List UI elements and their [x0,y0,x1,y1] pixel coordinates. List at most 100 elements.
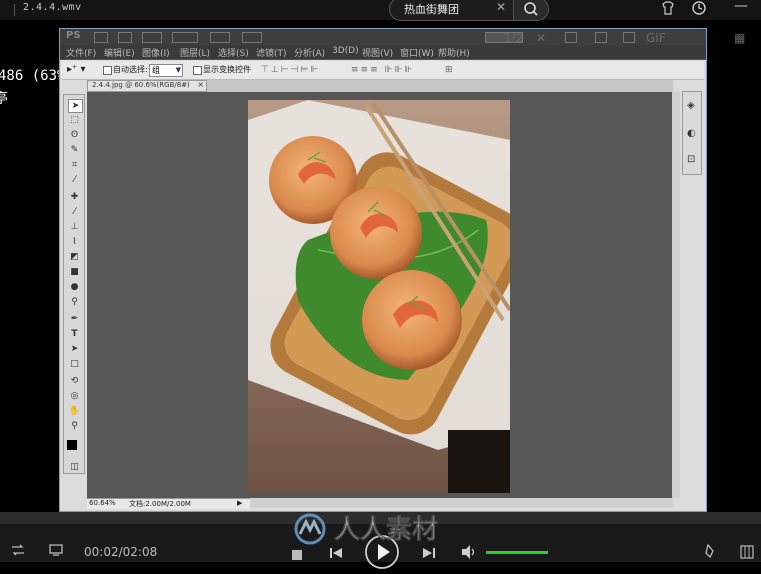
ghost-gif-icon: GIF [646,31,666,45]
menu-view[interactable]: 视图(V) [362,46,393,59]
quick-select-tool-icon[interactable]: ✎ [68,144,81,156]
ghost-page-indicator: 1/2 [504,31,524,45]
food-photo [248,100,510,493]
loop-icon[interactable] [10,542,26,561]
eraser-tool-icon[interactable]: ◩ [68,251,81,263]
arrange-documents-icon[interactable] [210,32,230,43]
screen-mode-icon[interactable] [242,32,262,43]
auto-select-label: 自动选择: [113,65,148,74]
previous-icon[interactable] [329,545,343,564]
3d-rotate-tool-icon[interactable]: ⟲ [68,375,81,387]
watermark-text: 人人素材 [334,515,438,545]
vertical-scrollbar[interactable] [672,92,680,498]
volume-icon[interactable] [460,544,478,564]
auto-select-checkbox[interactable] [103,66,112,75]
close-icon[interactable]: × [197,80,204,89]
view-extras-icon[interactable] [142,32,162,43]
minimize-icon[interactable]: — [734,0,748,14]
photoshop-window: PS 文件(F) 编辑(E) 图像(I) 图层(L) 选择(S) 滤镜(T) 分… [59,28,707,512]
status-bar: 60.64% 文档:2.00M/2.00M ▶ [87,498,250,509]
top-bar-separator [14,4,15,16]
distribute-icons[interactable]: ≡≡≡ ⊪⊪⊪ [351,65,414,75]
ps-tools-panel: ➤ ⬚ ʘ ✎ ⌗ ⁄ ✚ ⁄ ⊥ ⌇ ◩ ■ ● ⚲ ✒ T ➤ □ ⟲ ◎ … [63,94,85,474]
status-arrow-icon[interactable]: ▶ [237,499,242,507]
auto-align-icon[interactable]: ⊞ [445,65,455,75]
file-title: 2.4.4.wmv [23,2,82,13]
menu-image[interactable]: 图像(I) [142,46,170,59]
type-tool-icon[interactable]: T [68,328,81,340]
status-doc-size: 文档:2.00M/2.00M [129,500,191,508]
ps-logo: PS [66,30,81,41]
ps-options-bar: ▸⁺ ▾ 自动选择: 组 ▼ 显示变换控件 ⊤⊥⊢⊣⊨⊩ ≡≡≡ ⊪⊪⊪ ⊞ [61,61,704,80]
menu-file[interactable]: 文件(F) [66,46,96,59]
search-icon [524,2,538,16]
hand-tool-icon[interactable]: ✋ [68,405,81,417]
menu-help[interactable]: 帮助(H) [438,46,470,59]
overlay-text-line2: 亭 [0,91,8,107]
adjustments-icon[interactable]: ◐ [687,128,696,139]
next-icon[interactable] [422,545,436,564]
clear-icon[interactable]: ✕ [496,0,506,14]
search-input-text: 热血街舞团 [404,3,459,16]
zoom-level-icon[interactable] [172,32,198,43]
menu-filter[interactable]: 滤镜(T) [256,46,287,59]
volume-slider[interactable] [486,551,548,554]
document-tab-bar: 2.4.4.jpg @ 60.6%(RGB/8#) × [87,80,673,92]
history-icon[interactable] [691,0,707,20]
auto-select-dropdown[interactable]: 组 ▼ [149,64,183,77]
menu-3d[interactable]: 3D(D) [332,46,359,56]
zoom-tool-icon[interactable]: ⚲ [68,420,81,432]
menu-window[interactable]: 窗口(W) [400,46,434,59]
show-transform-checkbox[interactable] [193,66,202,75]
eyedropper-tool-icon[interactable]: ⁄ [68,174,81,186]
healing-brush-tool-icon[interactable]: ✚ [68,191,81,203]
stop-icon[interactable] [291,546,303,565]
move-tool-preset-icon[interactable]: ▸⁺ ▾ [67,64,86,75]
ghost-toolbar: 1/2 ✕ GIF ▦ [480,28,761,50]
horizontal-scrollbar[interactable] [250,498,673,508]
transform-icon[interactable]: ⊡ [687,154,695,165]
move-tool-icon[interactable]: ➤ [68,99,83,113]
menu-select[interactable]: 选择(S) [218,46,249,59]
ghost-close-icon: ✕ [536,31,547,45]
document-tab[interactable]: 2.4.4.jpg @ 60.6%(RGB/8#) × [87,80,207,92]
search-button[interactable] [513,0,549,21]
dodge-tool-icon[interactable]: ⚲ [68,296,81,308]
chevron-down-icon: ▼ [175,66,181,74]
menu-edit[interactable]: 编辑(E) [104,46,135,59]
watermark-logo: 人人素材 [288,512,474,546]
screen-icon[interactable] [48,542,64,561]
lasso-tool-icon[interactable]: ʘ [68,129,81,141]
marquee-tool-icon[interactable]: ⬚ [68,114,81,126]
crop-tool-icon[interactable]: ⌗ [68,159,81,171]
menu-analysis[interactable]: 分析(A) [294,46,325,59]
brush-tool-icon[interactable]: ⁄ [68,206,81,218]
ghost-grid-icon: ▦ [734,31,746,45]
auto-select-value: 组 [152,66,160,75]
show-transform-label: 显示变换控件 [203,65,251,74]
blur-tool-icon[interactable]: ● [68,281,81,293]
status-zoom[interactable]: 60.64% [89,499,116,507]
player-top-bar: 2.4.4.wmv 热血街舞团 ✕ — [0,0,761,21]
stamp-tool-icon[interactable]: ⊥ [68,221,81,233]
gradient-tool-icon[interactable]: ■ [68,266,81,278]
path-select-tool-icon[interactable]: ➤ [68,343,81,355]
minibridge-icon[interactable] [118,32,132,43]
skin-icon[interactable] [660,0,676,20]
menu-layer[interactable]: 图层(L) [180,46,210,59]
bridge-icon[interactable] [94,32,108,43]
ps-panel-dock: ◈ ◐ ⊡ [682,91,702,175]
quick-mask-icon[interactable]: ◫ [68,461,81,473]
time-display: 00:02/02:08 [84,545,158,559]
layers-icon[interactable]: ◈ [687,100,695,111]
playlist-icon[interactable] [740,544,754,563]
history-brush-tool-icon[interactable]: ⌇ [68,236,81,248]
clean-icon[interactable] [704,543,718,563]
align-icons[interactable]: ⊤⊥⊢⊣⊨⊩ [261,65,320,75]
foreground-color-swatch[interactable] [67,440,77,450]
document-tab-title: 2.4.4.jpg @ 60.6%(RGB/8#) [92,81,190,89]
shape-tool-icon[interactable]: □ [68,358,81,370]
pen-tool-icon[interactable]: ✒ [68,313,81,325]
search-input[interactable]: 热血街舞团 ✕ [389,0,515,21]
3d-orbit-tool-icon[interactable]: ◎ [68,390,81,402]
